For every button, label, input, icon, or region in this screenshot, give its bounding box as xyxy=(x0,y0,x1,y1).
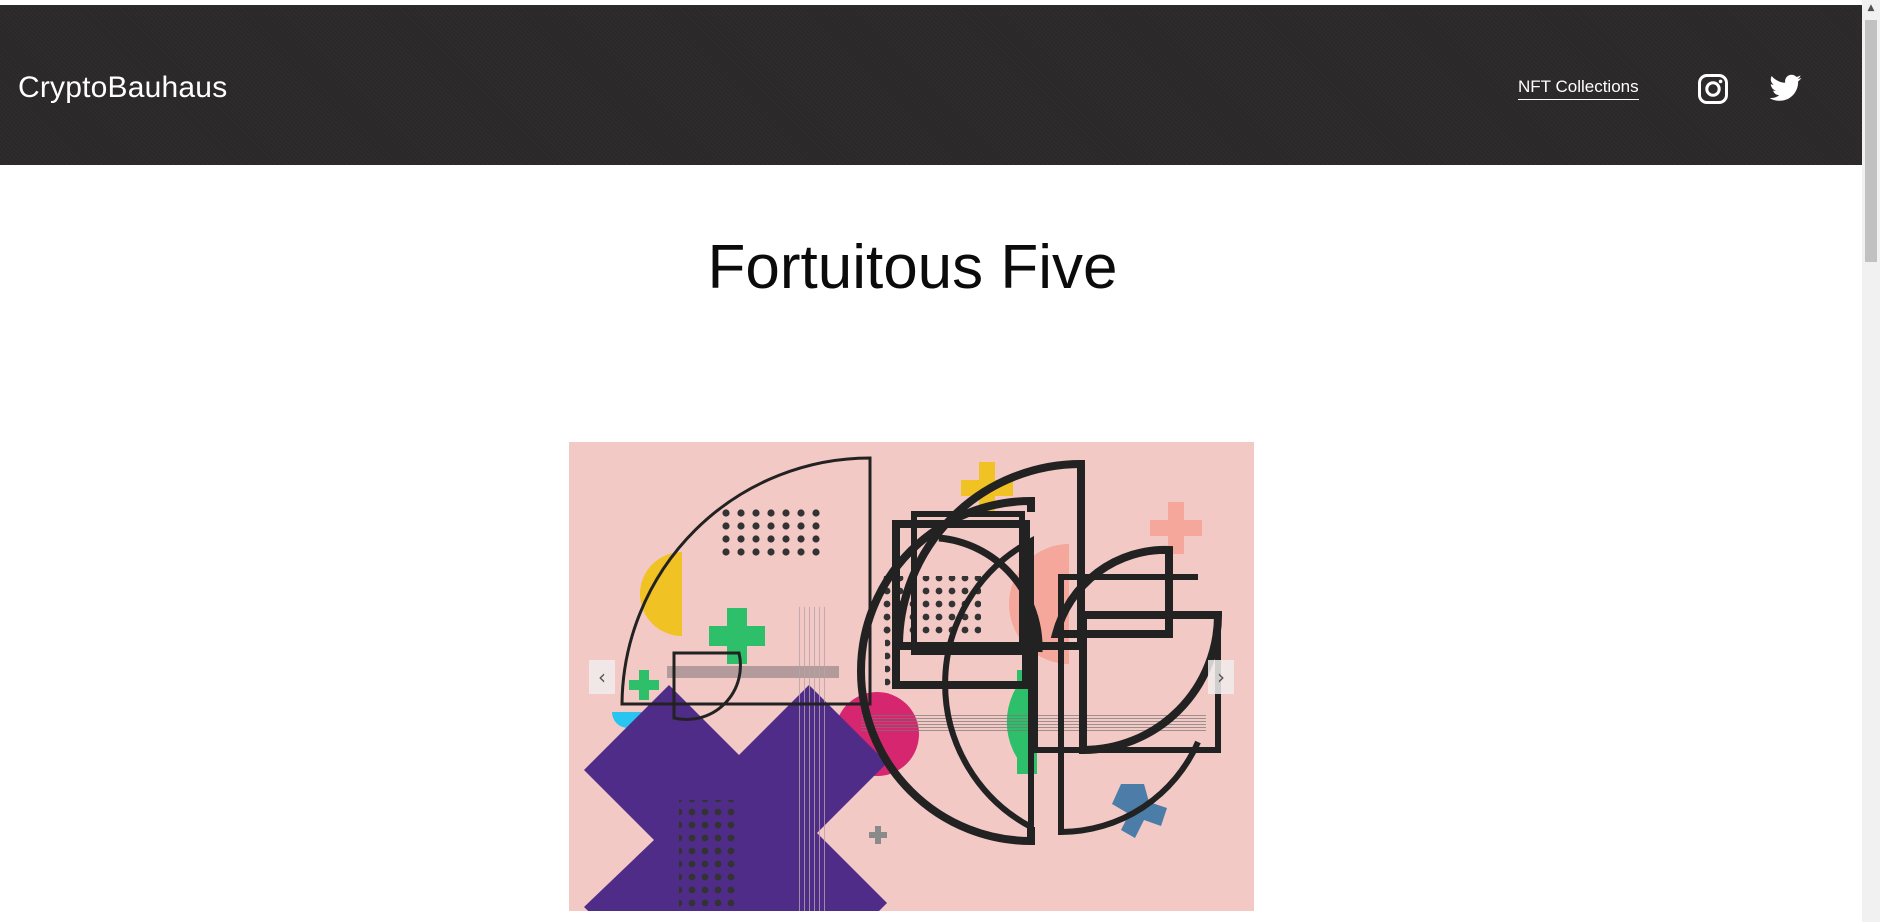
nav-link-nft-collections[interactable]: NFT Collections xyxy=(1518,77,1639,100)
slider-prev-button[interactable]: ‹ xyxy=(589,660,615,694)
slider-next-button[interactable]: › xyxy=(1208,660,1234,694)
page: CryptoBauhaus NFT Collections Fortuitous… xyxy=(0,0,1862,922)
nft-artwork xyxy=(569,442,1254,911)
image-slider: ‹ › xyxy=(569,442,1254,911)
scrollbar[interactable]: ▲ xyxy=(1862,0,1880,922)
brand-logo[interactable]: CryptoBauhaus xyxy=(18,71,227,105)
twitter-icon[interactable] xyxy=(1769,74,1802,106)
site-header: CryptoBauhaus NFT Collections xyxy=(0,5,1862,165)
scroll-up-arrow-icon[interactable]: ▲ xyxy=(1862,0,1880,17)
scroll-thumb[interactable] xyxy=(1865,20,1877,262)
page-title: Fortuitous Five xyxy=(707,233,1118,302)
instagram-icon[interactable] xyxy=(1697,73,1729,105)
